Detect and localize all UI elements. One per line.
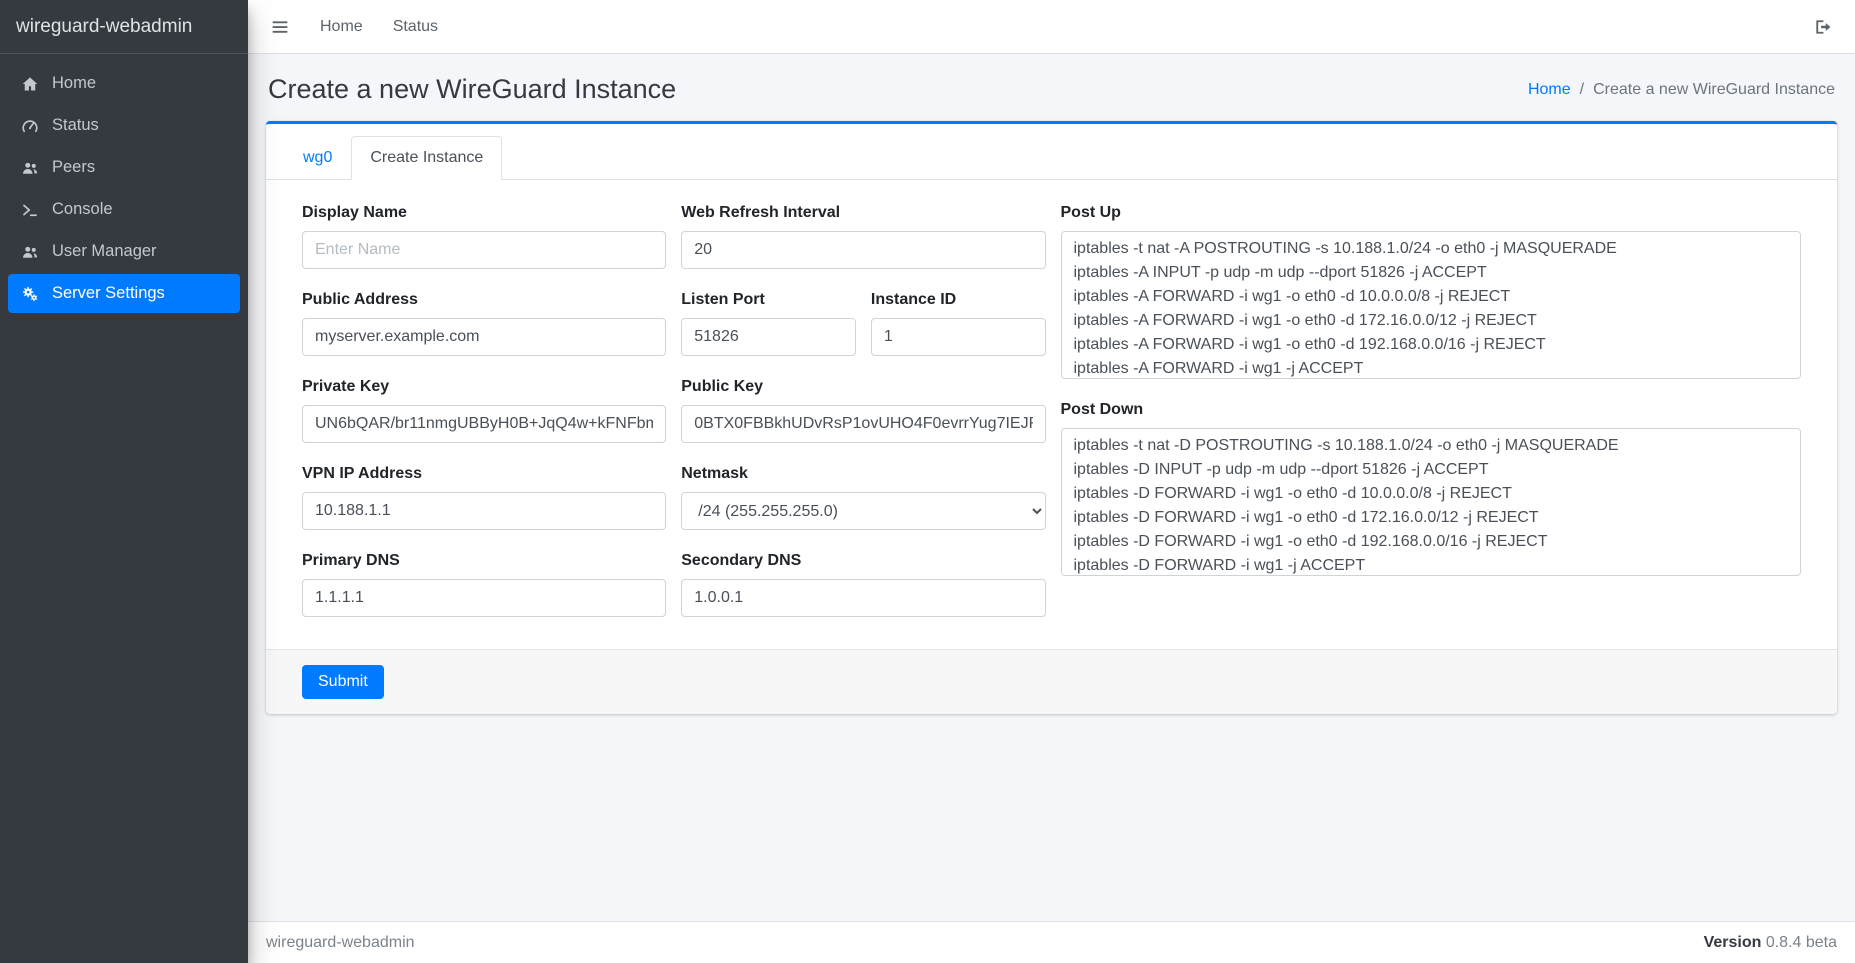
instance-form: Display Name Public Address Private Key bbox=[302, 204, 1801, 639]
instance-card: wg0 Create Instance Display Name Public bbox=[266, 121, 1837, 714]
tab-create-instance[interactable]: Create Instance bbox=[351, 136, 502, 180]
sidebar-item-label: Server Settings bbox=[52, 284, 165, 303]
card-body: Display Name Public Address Private Key bbox=[266, 180, 1837, 649]
brand-title[interactable]: wireguard-webadmin bbox=[0, 0, 248, 54]
form-column-left: Display Name Public Address Private Key bbox=[302, 204, 666, 639]
netmask-field: Netmask /24 (255.255.255.0) bbox=[681, 465, 1045, 530]
primary-dns-label: Primary DNS bbox=[302, 552, 666, 570]
app-root: wireguard-webadmin Home Status Peers Con… bbox=[0, 0, 1855, 963]
footer-brand: wireguard-webadmin bbox=[266, 934, 415, 952]
sidebar-item-home[interactable]: Home bbox=[8, 64, 240, 103]
page-footer: wireguard-webadmin Version 0.8.4 beta bbox=[248, 921, 1855, 963]
secondary-dns-field: Secondary DNS bbox=[681, 552, 1045, 617]
home-icon bbox=[18, 75, 42, 93]
navbar-link-status[interactable]: Status bbox=[393, 18, 438, 36]
top-navbar: Home Status bbox=[248, 0, 1855, 54]
post-up-textarea[interactable]: iptables -t nat -A POSTROUTING -s 10.188… bbox=[1061, 231, 1802, 379]
vpn-ip-input[interactable] bbox=[302, 492, 666, 530]
page-title: Create a new WireGuard Instance bbox=[268, 74, 676, 105]
display-name-label: Display Name bbox=[302, 204, 666, 222]
form-column-right: Post Up iptables -t nat -A POSTROUTING -… bbox=[1061, 204, 1802, 639]
public-key-field: Public Key bbox=[681, 378, 1045, 443]
web-refresh-interval-input[interactable] bbox=[681, 231, 1045, 269]
main-column: Home Status Create a new WireGuard Insta… bbox=[248, 0, 1855, 963]
vpn-ip-field: VPN IP Address bbox=[302, 465, 666, 530]
cogs-icon bbox=[18, 285, 42, 303]
card-tabs: wg0 Create Instance bbox=[266, 124, 1837, 180]
content-header: Create a new WireGuard Instance Home / C… bbox=[266, 54, 1837, 113]
post-down-field: Post Down iptables -t nat -D POSTROUTING… bbox=[1061, 401, 1802, 576]
sidebar-item-label: Console bbox=[52, 200, 113, 219]
listen-port-input[interactable] bbox=[681, 318, 856, 356]
sidebar-item-server-settings[interactable]: Server Settings bbox=[8, 274, 240, 313]
netmask-label: Netmask bbox=[681, 465, 1045, 483]
public-address-label: Public Address bbox=[302, 291, 666, 309]
public-address-field: Public Address bbox=[302, 291, 666, 356]
terminal-icon bbox=[18, 201, 42, 219]
public-key-label: Public Key bbox=[681, 378, 1045, 396]
port-id-row: Listen Port Instance ID bbox=[681, 291, 1045, 378]
submit-button[interactable]: Submit bbox=[302, 665, 384, 699]
public-address-input[interactable] bbox=[302, 318, 666, 356]
sidebar-item-label: Status bbox=[52, 116, 99, 135]
primary-dns-input[interactable] bbox=[302, 579, 666, 617]
users-icon bbox=[18, 159, 42, 177]
secondary-dns-label: Secondary DNS bbox=[681, 552, 1045, 570]
post-down-label: Post Down bbox=[1061, 401, 1802, 419]
private-key-field: Private Key bbox=[302, 378, 666, 443]
sidebar-item-peers[interactable]: Peers bbox=[8, 148, 240, 187]
secondary-dns-input[interactable] bbox=[681, 579, 1045, 617]
breadcrumb-current: Create a new WireGuard Instance bbox=[1593, 81, 1835, 99]
logout-button[interactable] bbox=[1813, 17, 1833, 37]
post-up-field: Post Up iptables -t nat -A POSTROUTING -… bbox=[1061, 204, 1802, 379]
web-refresh-interval-label: Web Refresh Interval bbox=[681, 204, 1045, 222]
private-key-label: Private Key bbox=[302, 378, 666, 396]
footer-version: Version 0.8.4 beta bbox=[1704, 934, 1837, 952]
gauge-icon bbox=[18, 117, 42, 135]
vpn-ip-label: VPN IP Address bbox=[302, 465, 666, 483]
hamburger-button[interactable] bbox=[270, 17, 290, 37]
public-key-input[interactable] bbox=[681, 405, 1045, 443]
tab-wg0[interactable]: wg0 bbox=[284, 136, 351, 180]
navbar-link-home[interactable]: Home bbox=[320, 18, 363, 36]
listen-port-field: Listen Port bbox=[681, 291, 856, 356]
sidebar-nav: Home Status Peers Console User Manager S… bbox=[0, 54, 248, 326]
private-key-input[interactable] bbox=[302, 405, 666, 443]
instance-id-field: Instance ID bbox=[871, 291, 1046, 356]
sidebar-item-status[interactable]: Status bbox=[8, 106, 240, 145]
form-column-middle: Web Refresh Interval Listen Port Instanc… bbox=[681, 204, 1045, 639]
web-refresh-interval-field: Web Refresh Interval bbox=[681, 204, 1045, 269]
navbar-left: Home Status bbox=[270, 17, 438, 37]
sidebar-item-label: User Manager bbox=[52, 242, 157, 261]
sidebar: wireguard-webadmin Home Status Peers Con… bbox=[0, 0, 248, 963]
breadcrumb: Home / Create a new WireGuard Instance bbox=[1528, 81, 1835, 99]
card-footer: Submit bbox=[266, 649, 1837, 714]
breadcrumb-separator: / bbox=[1580, 81, 1584, 99]
sidebar-item-label: Home bbox=[52, 74, 96, 93]
display-name-field: Display Name bbox=[302, 204, 666, 269]
sidebar-item-console[interactable]: Console bbox=[8, 190, 240, 229]
listen-port-label: Listen Port bbox=[681, 291, 856, 309]
sidebar-item-user-manager[interactable]: User Manager bbox=[8, 232, 240, 271]
users-icon bbox=[18, 243, 42, 261]
netmask-select[interactable]: /24 (255.255.255.0) bbox=[681, 492, 1045, 530]
footer-version-value: 0.8.4 beta bbox=[1766, 934, 1837, 951]
sidebar-item-label: Peers bbox=[52, 158, 95, 177]
footer-version-label: Version bbox=[1704, 934, 1762, 951]
primary-dns-field: Primary DNS bbox=[302, 552, 666, 617]
post-down-textarea[interactable]: iptables -t nat -D POSTROUTING -s 10.188… bbox=[1061, 428, 1802, 576]
post-up-label: Post Up bbox=[1061, 204, 1802, 222]
instance-id-label: Instance ID bbox=[871, 291, 1046, 309]
display-name-input[interactable] bbox=[302, 231, 666, 269]
instance-id-input[interactable] bbox=[871, 318, 1046, 356]
content-area: Create a new WireGuard Instance Home / C… bbox=[248, 54, 1855, 921]
breadcrumb-home-link[interactable]: Home bbox=[1528, 81, 1571, 99]
